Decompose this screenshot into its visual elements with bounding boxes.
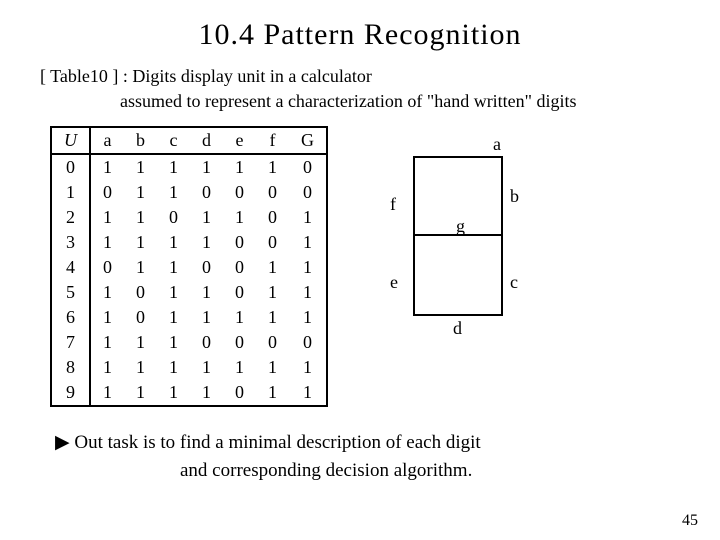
table-row: 71110000 xyxy=(52,330,326,355)
content-row: U a b c d e f G 01111110 10110000 211011… xyxy=(50,126,690,407)
col-header-e: e xyxy=(223,128,256,154)
segment-box-bottom xyxy=(413,236,503,316)
task-line-2: and corresponding decision algorithm. xyxy=(180,460,690,482)
col-header-b: b xyxy=(124,128,157,154)
table-container: U a b c d e f G 01111110 10110000 211011… xyxy=(50,126,328,407)
task-line-1: ▶ Out task is to find a minimal descript… xyxy=(55,431,690,454)
segment-label-f: f xyxy=(390,194,396,215)
task-text-1: Out task is to find a minimal descriptio… xyxy=(74,432,480,453)
segment-label-c: c xyxy=(510,272,518,293)
segment-label-d: d xyxy=(453,318,462,339)
table-row: 91111011 xyxy=(52,380,326,405)
slide: 10.4 Pattern Recognition [ Table10 ] : D… xyxy=(0,0,720,540)
page-title: 10.4 Pattern Recognition xyxy=(30,18,690,52)
table-row: 21101101 xyxy=(52,205,326,230)
table-caption-line2: assumed to represent a characterization … xyxy=(120,91,690,112)
col-header-G: G xyxy=(289,128,326,154)
table-row: 81111111 xyxy=(52,355,326,380)
segment-label-b: b xyxy=(510,186,519,207)
col-header-a: a xyxy=(90,128,124,154)
table-row: 31111001 xyxy=(52,230,326,255)
seven-segment-diagram: a b c d e f g xyxy=(358,136,548,376)
table-row: 01111110 xyxy=(52,154,326,180)
table-row: 51011011 xyxy=(52,280,326,305)
segment-label-e: e xyxy=(390,272,398,293)
triangle-bullet-icon: ▶ xyxy=(55,432,70,453)
table-caption-line1: [ Table10 ] : Digits display unit in a c… xyxy=(40,66,690,87)
table-row: 61011111 xyxy=(52,305,326,330)
segment-label-g: g xyxy=(456,216,465,237)
col-header-U: U xyxy=(52,128,90,154)
table-row: 40110011 xyxy=(52,255,326,280)
table-header-row: U a b c d e f G xyxy=(52,128,326,154)
segment-label-a: a xyxy=(493,134,501,155)
col-header-c: c xyxy=(157,128,190,154)
table-row: 10110000 xyxy=(52,180,326,205)
digits-table: U a b c d e f G 01111110 10110000 211011… xyxy=(52,128,326,405)
col-header-d: d xyxy=(190,128,223,154)
page-number: 45 xyxy=(682,512,698,530)
col-header-f: f xyxy=(256,128,289,154)
